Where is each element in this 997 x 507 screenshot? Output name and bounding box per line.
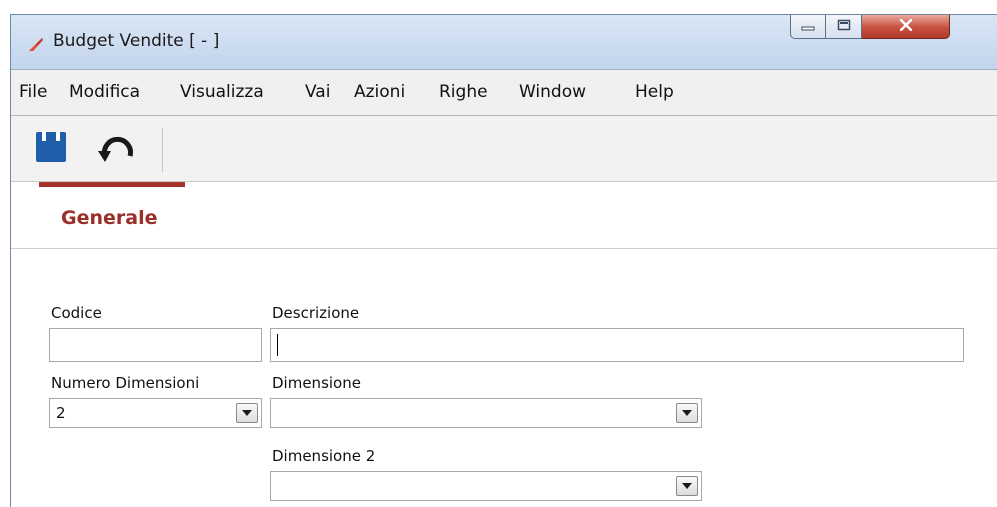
undo-icon	[97, 132, 137, 167]
chevron-down-icon[interactable]	[676, 403, 698, 423]
close-button[interactable]	[862, 15, 950, 39]
chevron-down-icon[interactable]	[676, 476, 698, 496]
menu-help[interactable]: Help	[635, 82, 674, 102]
dimensione2-label: Dimensione 2	[272, 447, 376, 465]
menu-modifica[interactable]: Modifica	[69, 82, 140, 102]
dimensione-select[interactable]	[270, 398, 702, 428]
app-logo-icon	[27, 35, 45, 53]
maximize-icon	[837, 18, 851, 36]
menu-window[interactable]: Window	[519, 82, 586, 102]
menu-azioni[interactable]: Azioni	[354, 82, 405, 102]
minimize-button[interactable]	[790, 15, 826, 39]
descrizione-field[interactable]	[270, 328, 964, 362]
menu-bar: File Modifica Visualizza Vai Azioni Righ…	[11, 69, 997, 116]
window-title: Budget Vendite [ - ]	[53, 31, 220, 51]
tab-active-indicator	[39, 182, 185, 187]
numero-dimensioni-label: Numero Dimensioni	[51, 374, 200, 392]
app-window: Budget Vendite [ - ] File Modifica Visua…	[10, 14, 997, 507]
tab-generale[interactable]: Generale	[61, 207, 157, 229]
toolbar-separator	[162, 128, 163, 172]
menu-file[interactable]: File	[19, 82, 47, 102]
dimensione-label: Dimensione	[272, 374, 361, 392]
window-controls	[790, 15, 950, 39]
form-area: Codice Descrizione Numero Dimensioni 2 D…	[11, 249, 997, 507]
save-icon	[34, 130, 68, 169]
codice-field[interactable]	[49, 328, 262, 362]
close-icon	[899, 18, 913, 36]
text-caret	[277, 334, 278, 356]
dimensione2-select[interactable]	[270, 471, 702, 501]
toolbar	[11, 116, 997, 182]
menu-righe[interactable]: Righe	[439, 82, 488, 102]
menu-visualizza[interactable]: Visualizza	[180, 82, 264, 102]
numero-dimensioni-select[interactable]: 2	[49, 398, 262, 428]
chevron-down-icon[interactable]	[236, 403, 258, 423]
menu-vai[interactable]: Vai	[305, 82, 330, 102]
save-button[interactable]	[31, 129, 71, 169]
tab-bar: Generale	[11, 182, 997, 249]
maximize-button[interactable]	[826, 15, 862, 39]
descrizione-label: Descrizione	[272, 304, 360, 322]
title-bar[interactable]: Budget Vendite [ - ]	[11, 15, 997, 69]
minimize-icon	[801, 18, 815, 36]
undo-button[interactable]	[97, 129, 137, 169]
codice-label: Codice	[51, 304, 102, 322]
numero-dimensioni-value: 2	[56, 404, 66, 422]
